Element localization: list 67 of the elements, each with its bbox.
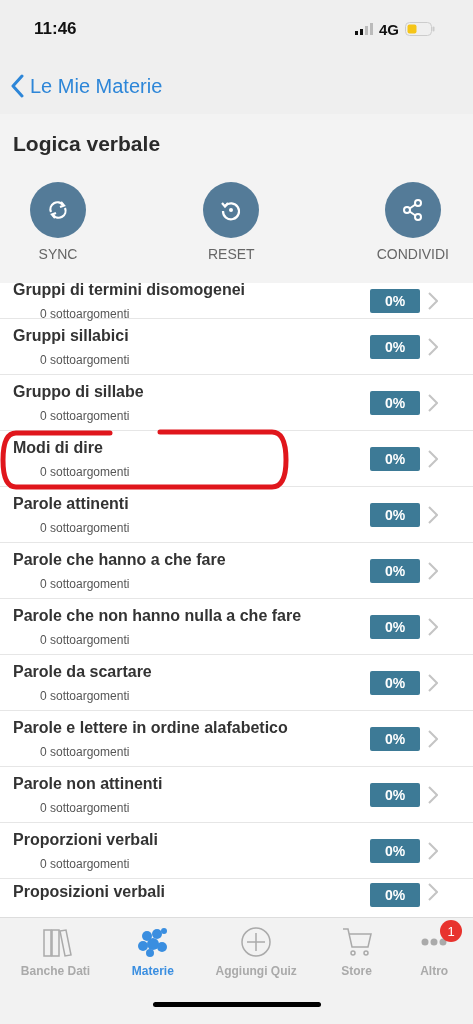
chevron-icon xyxy=(428,729,438,748)
topic-subtitle: 0 sottoargomenti xyxy=(39,856,131,871)
progress-badge: 0% xyxy=(370,670,420,695)
topic-subtitle: 0 sottoargomenti xyxy=(39,352,131,367)
topic-name: Gruppi sillabici xyxy=(13,326,130,345)
network-label: 4G xyxy=(379,20,399,38)
topic-row[interactable]: Parole che hanno a che fare 0 sottoargomenti 0% xyxy=(0,543,473,599)
topic-row[interactable]: Parole attinenti 0 sottoargomenti 0% xyxy=(0,487,473,543)
topic-subtitle: 0 sottoargomenti xyxy=(39,464,131,479)
topic-name: Gruppo di sillabe xyxy=(13,382,145,401)
progress-badge: 0% xyxy=(370,334,420,359)
progress-badge: 0% xyxy=(370,838,420,863)
topic-subtitle: 0 sottoargomenti xyxy=(39,688,131,703)
chevron-icon xyxy=(428,617,438,636)
more-icon xyxy=(420,938,449,946)
tab[interactable]: 1 Altro xyxy=(402,918,467,978)
progress-badge: 0% xyxy=(370,502,420,527)
topic-subtitle: 0 sottoargomenti xyxy=(39,744,131,759)
topic-name: Parole non attinenti xyxy=(13,774,164,793)
chevron-icon xyxy=(428,449,438,468)
topic-name: Parole attinenti xyxy=(13,494,130,513)
status-time: 11:46 xyxy=(34,19,77,39)
topic-row[interactable]: Modi di dire 0 sottoargomenti 0% xyxy=(0,431,473,487)
chevron-icon xyxy=(428,673,438,692)
topic-row[interactable]: Proporzioni verbali 0 sottoargomenti 0% xyxy=(0,823,473,879)
topic-subtitle: 0 sottoargomenti xyxy=(39,576,131,591)
progress-badge: 0% xyxy=(370,446,420,471)
progress-badge: 0% xyxy=(370,726,420,751)
topic-name: Proposizioni verbali xyxy=(13,883,167,901)
topic-subtitle: 0 sottoargomenti xyxy=(39,306,131,321)
signal-icon xyxy=(355,23,373,35)
topic-subtitle: 0 sottoargomenti xyxy=(39,800,131,815)
progress-badge: 0% xyxy=(370,288,420,313)
page-title: Logica verbale xyxy=(13,132,162,156)
chevron-icon xyxy=(428,561,438,580)
topic-subtitle: 0 sottoargomenti xyxy=(39,520,131,535)
topic-subtitle: 0 sottoargomenti xyxy=(39,632,131,647)
chevron-icon xyxy=(428,393,438,412)
topic-row[interactable]: Gruppi di termini disomogenei 0 sottoargomenti 0% xyxy=(0,283,473,319)
topic-name: Parole da scartare xyxy=(13,662,153,681)
topic-row[interactable]: Parole non attinenti 0 sottoargomenti 0% xyxy=(0,767,473,823)
topic-name: Proporzioni verbali xyxy=(13,830,159,849)
progress-badge: 0% xyxy=(370,782,420,807)
topic-name: Modi di dire xyxy=(13,438,104,457)
topic-name: Parole che hanno a che fare xyxy=(13,550,227,569)
topic-row[interactable]: Parole e lettere in ordine alafabetico 0 sottoargomenti 0% xyxy=(0,711,473,767)
chevron-icon xyxy=(428,291,438,310)
topic-name: Parole e lettere in ordine alafabetico xyxy=(13,718,289,737)
topic-name: Parole che non hanno nulla a che fare xyxy=(13,606,303,625)
back-icon xyxy=(10,74,24,98)
chevron-icon xyxy=(428,785,438,804)
progress-badge: 0% xyxy=(370,614,420,639)
progress-badge: 0% xyxy=(370,883,420,907)
topic-name: Gruppi di termini disomogenei xyxy=(13,283,246,299)
chevron-icon xyxy=(428,841,438,860)
topic-row[interactable]: Parole che non hanno nulla a che fare 0 sottoargomenti 0% xyxy=(0,599,473,655)
chevron-icon xyxy=(428,505,438,524)
chevron-icon xyxy=(428,337,438,356)
chevron-icon xyxy=(428,883,438,901)
progress-badge: 0% xyxy=(370,390,420,415)
topic-row[interactable]: Proposizioni verbali 0% xyxy=(0,879,473,917)
progress-badge: 0% xyxy=(370,558,420,583)
battery-icon xyxy=(405,22,435,36)
topic-subtitle: 0 sottoargomenti xyxy=(39,408,131,423)
topic-row[interactable]: Gruppo di sillabe 0 sottoargomenti 0% xyxy=(0,375,473,431)
notification-badge: 1 xyxy=(440,920,463,942)
topic-row[interactable]: Parole da scartare 0 sottoargomenti 0% xyxy=(0,655,473,711)
